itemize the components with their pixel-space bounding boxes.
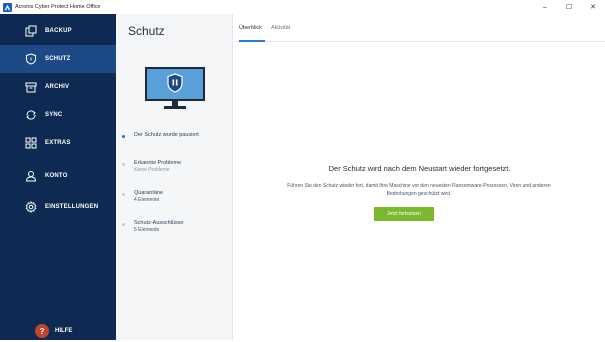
tools-grid-icon bbox=[24, 136, 38, 150]
sidebar-item-hilfe[interactable]: ? HILFE bbox=[0, 320, 116, 342]
tab-overview[interactable]: Überblick bbox=[239, 25, 262, 31]
sidebar-item-label: KONTO bbox=[45, 173, 68, 179]
sidebar-item-archiv[interactable]: ARCHIV bbox=[0, 73, 116, 101]
help-label: HILFE bbox=[55, 328, 73, 334]
row-dot bbox=[122, 193, 125, 196]
resume-now-button[interactable]: Jetzt fortsetzen bbox=[374, 207, 434, 221]
message-title: Der Schutz wird nach dem Neustart wieder… bbox=[328, 164, 511, 173]
page-title: Schutz bbox=[128, 24, 165, 38]
active-tab-indicator bbox=[239, 40, 265, 42]
acronis-logo-icon bbox=[3, 2, 12, 12]
maximize-button[interactable]: ☐ bbox=[557, 0, 581, 14]
gear-icon bbox=[24, 200, 38, 214]
row-title: Erkannte Probleme bbox=[134, 160, 182, 166]
row-title: Schutz-Ausschlüsse bbox=[134, 220, 184, 226]
main-content: Überblick Aktivität Der Schutz wird nach… bbox=[234, 14, 605, 340]
detected-problems-row[interactable]: Erkannte Probleme Keine Probleme bbox=[122, 160, 230, 174]
sidebar-item-label: BACKUP bbox=[45, 28, 72, 34]
sync-icon bbox=[24, 108, 38, 122]
row-title: Quarantäne bbox=[134, 190, 164, 196]
protection-summary-panel: Schutz Der Schutz wurde pausiert Erkannt… bbox=[116, 14, 233, 340]
user-icon bbox=[24, 169, 38, 183]
title-bar: Acronis Cyber Protect Home Office – ☐ ✕ bbox=[0, 0, 605, 14]
sidebar-item-label: SCHUTZ bbox=[45, 56, 71, 62]
window-controls: – ☐ ✕ bbox=[533, 0, 605, 14]
sidebar-item-label: SYNC bbox=[45, 112, 63, 118]
quarantine-row[interactable]: Quarantäne 4 Elemente bbox=[122, 190, 230, 204]
sidebar: BACKUP SCHUTZ ARCHIV SYNC EXTRAS KONTO E… bbox=[0, 14, 116, 340]
row-subtitle: Keine Probleme bbox=[134, 167, 170, 173]
sidebar-item-konto[interactable]: KONTO bbox=[0, 162, 116, 190]
shield-icon bbox=[24, 52, 38, 66]
sidebar-item-schutz[interactable]: SCHUTZ bbox=[0, 45, 116, 73]
help-icon: ? bbox=[35, 324, 49, 338]
row-subtitle: 4 Elemente bbox=[134, 197, 160, 203]
status-dot bbox=[122, 135, 125, 138]
sidebar-item-extras[interactable]: EXTRAS bbox=[0, 129, 116, 157]
sidebar-item-label: EXTRAS bbox=[45, 140, 71, 146]
row-dot bbox=[122, 163, 125, 166]
message-body: Führen Sie den Schutz wieder fort, damit… bbox=[287, 183, 551, 197]
backup-icon bbox=[24, 24, 38, 38]
sidebar-item-einstellungen[interactable]: EINSTELLUNGEN bbox=[0, 193, 116, 221]
sidebar-item-sync[interactable]: SYNC bbox=[0, 101, 116, 129]
sidebar-item-backup[interactable]: BACKUP bbox=[0, 17, 116, 45]
archive-icon bbox=[24, 80, 38, 94]
status-text: Der Schutz wurde pausiert bbox=[134, 132, 199, 138]
monitor-shield-illustration-icon bbox=[144, 66, 206, 112]
window-title: Acronis Cyber Protect Home Office bbox=[15, 4, 101, 10]
close-button[interactable]: ✕ bbox=[581, 0, 605, 14]
app-window: Acronis Cyber Protect Home Office – ☐ ✕ … bbox=[0, 0, 605, 340]
tab-activity[interactable]: Aktivität bbox=[271, 25, 290, 31]
row-dot bbox=[122, 223, 125, 226]
sidebar-item-label: EINSTELLUNGEN bbox=[45, 204, 99, 210]
sidebar-item-label: ARCHIV bbox=[45, 84, 70, 90]
row-subtitle: 5 Elemente bbox=[134, 227, 160, 233]
tab-bar: Überblick Aktivität bbox=[234, 14, 605, 42]
protection-status: Der Schutz wurde pausiert bbox=[122, 132, 230, 139]
minimize-button[interactable]: – bbox=[533, 0, 557, 14]
exclusions-row[interactable]: Schutz-Ausschlüsse 5 Elemente bbox=[122, 220, 230, 234]
